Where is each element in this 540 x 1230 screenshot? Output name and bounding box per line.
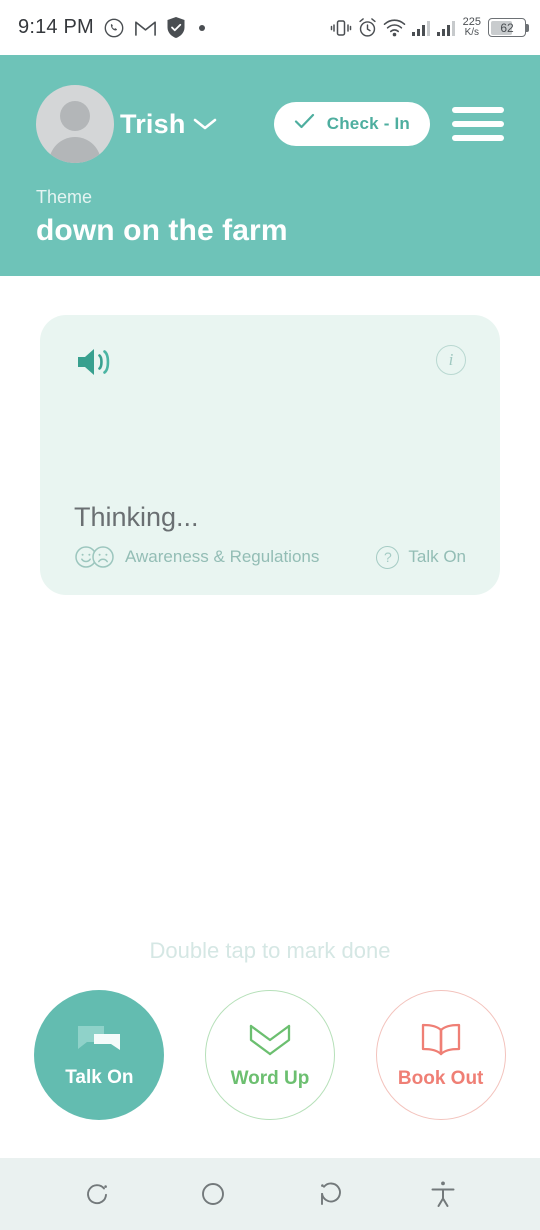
menu-line — [452, 107, 504, 113]
avatar[interactable] — [36, 85, 114, 163]
hamburger-menu-icon[interactable] — [452, 107, 504, 141]
card-footer: Awareness & Regulations ? Talk On — [74, 545, 466, 569]
phone-screen: 9:14 PM 225 K/s 62 Trish Check - In Them… — [0, 0, 540, 1230]
user-profile-button[interactable]: Trish — [36, 85, 218, 163]
sad-face-icon — [92, 546, 114, 568]
vibrate-icon — [330, 18, 352, 38]
theme-label: Theme — [36, 187, 93, 207]
speaker-icon[interactable] — [74, 345, 116, 384]
card-top-row: i — [74, 345, 466, 384]
alarm-icon — [357, 17, 378, 38]
android-nav-bar — [0, 1158, 540, 1230]
accessibility-icon[interactable] — [429, 1179, 457, 1209]
status-bar: 9:14 PM 225 K/s 62 — [0, 0, 540, 55]
book-out-button[interactable]: Book Out — [375, 990, 506, 1120]
battery-icon: 62 — [488, 18, 529, 37]
check-in-label: Check - In — [326, 114, 410, 133]
card-status-text: Thinking... — [74, 502, 199, 532]
menu-line — [452, 135, 504, 141]
status-bar-right: 225 K/s 62 — [330, 17, 529, 38]
double-tap-hint: Double tap to mark done — [149, 938, 391, 963]
recents-icon[interactable] — [83, 1179, 113, 1209]
wifi-icon — [383, 18, 406, 37]
shield-icon — [166, 16, 186, 39]
info-icon[interactable]: i — [436, 345, 466, 375]
category-label: Awareness & Regulations — [125, 547, 320, 566]
card-category[interactable]: Awareness & Regulations — [74, 545, 319, 569]
avatar-head — [60, 101, 90, 131]
speech-bubbles-icon — [73, 1022, 125, 1063]
book-out-label: Book Out — [397, 1067, 484, 1089]
activity-card[interactable]: i Thinking... Awareness & Regulations ? … — [40, 315, 500, 595]
status-bar-clock: 9:14 PM — [18, 16, 94, 38]
status-bar-left: 9:14 PM — [18, 16, 205, 39]
theme-title: down on the farm — [36, 214, 288, 247]
header-top-row: Trish Check - In — [36, 85, 504, 163]
card-help-label: Talk On — [408, 547, 466, 566]
check-in-button[interactable]: Check - In — [273, 102, 430, 146]
header-actions: Check - In — [273, 102, 504, 146]
network-speed-indicator: 225 K/s — [463, 17, 481, 38]
word-up-label: Word Up — [230, 1067, 310, 1089]
chevron-down-icon[interactable] — [192, 116, 218, 132]
whatsapp-icon — [103, 17, 125, 39]
signal-sim2-icon — [436, 19, 456, 37]
word-up-button[interactable]: Word Up — [204, 990, 335, 1120]
talk-on-button[interactable]: Talk On — [34, 990, 165, 1120]
talk-on-label: Talk On — [65, 1066, 134, 1088]
menu-line — [452, 121, 504, 127]
crown-icon — [246, 1021, 294, 1064]
home-icon[interactable] — [198, 1179, 228, 1209]
question-mark-icon: ? — [376, 545, 400, 569]
card-body: Thinking... — [74, 384, 466, 545]
gmail-icon — [134, 18, 157, 38]
back-icon[interactable] — [314, 1179, 344, 1209]
card-help-link[interactable]: ? Talk On — [376, 545, 466, 569]
battery-percent: 62 — [500, 20, 514, 35]
dot-icon — [198, 24, 205, 31]
signal-sim1-icon — [411, 19, 431, 37]
category-icons — [74, 545, 115, 569]
network-speed-unit: K/s — [464, 27, 480, 38]
check-icon — [294, 113, 315, 135]
action-buttons: Talk On Word Up Book Out — [0, 990, 540, 1120]
open-book-icon — [419, 1021, 463, 1064]
app-header: Trish Check - In Theme down on the farm — [0, 55, 540, 276]
avatar-body — [49, 137, 101, 163]
user-name: Trish — [120, 108, 186, 139]
